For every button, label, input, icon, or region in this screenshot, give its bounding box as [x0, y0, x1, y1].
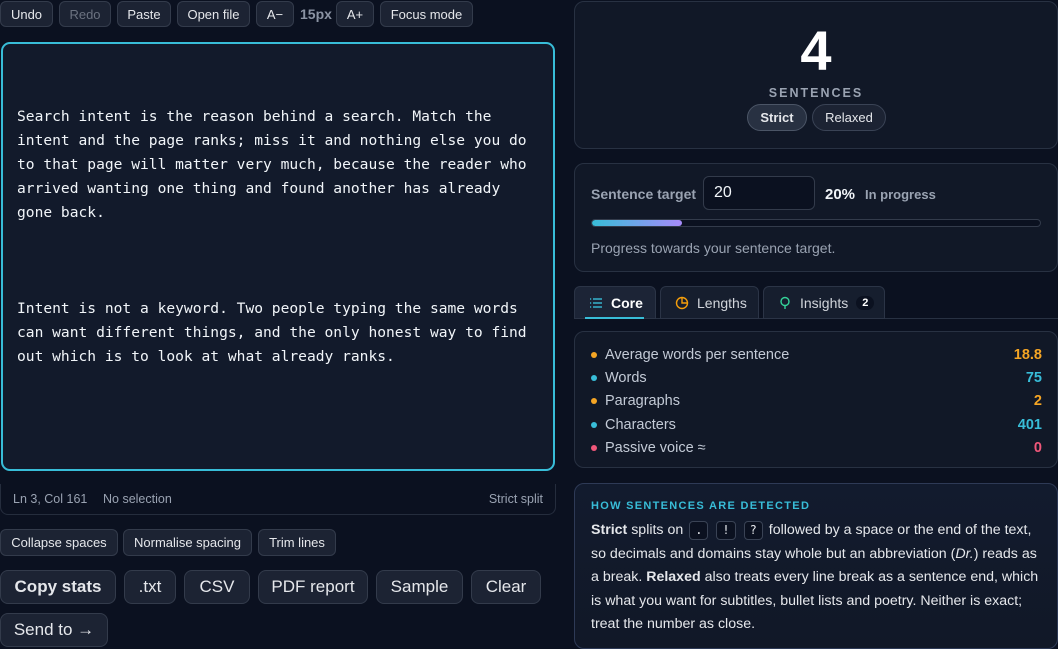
stat-label: Average words per sentence — [605, 347, 790, 363]
editor-status-bar: Ln 3, Col 161 No selection Strict split — [0, 484, 556, 515]
stat-dot — [591, 352, 597, 358]
tab-lengths[interactable]: Lengths — [660, 286, 759, 319]
sentence-target-label: Sentence target — [591, 186, 697, 202]
active-tab-indicator — [585, 317, 644, 319]
mode-relaxed-button[interactable]: Relaxed — [812, 104, 886, 131]
detection-info-card: HOW SENTENCES ARE DETECTED Strict splits… — [574, 483, 1058, 649]
font-size-readout: 15px — [300, 6, 332, 22]
lightbulb-icon — [778, 296, 792, 310]
stat-dot — [591, 398, 597, 404]
stat-dot — [591, 422, 597, 428]
stat-dot — [591, 375, 597, 381]
info-title: HOW SENTENCES ARE DETECTED — [591, 500, 811, 512]
stat-characters: Characters 401 — [591, 416, 1042, 436]
clear-button[interactable]: Clear — [471, 570, 541, 604]
sentence-count-card: 4 SENTENCES Strict Relaxed — [574, 1, 1058, 149]
selection-status: No selection — [103, 492, 172, 506]
stat-label: Passive voice ≈ — [605, 440, 706, 456]
stat-passive-voice: Passive voice ≈ 0 — [591, 439, 1042, 459]
core-stats-card: Average words per sentence 18.8 Words 75… — [574, 331, 1058, 468]
open-file-button[interactable]: Open file — [177, 1, 250, 27]
stat-dot — [591, 445, 597, 451]
target-progress-fill — [592, 220, 682, 226]
stat-value: 75 — [1025, 370, 1042, 386]
tab-lengths-label: Lengths — [697, 294, 747, 311]
stat-paragraphs: Paragraphs 2 — [591, 392, 1042, 412]
stat-value: 18.8 — [1013, 347, 1042, 363]
export-csv-button[interactable]: CSV — [184, 570, 250, 604]
target-hint: Progress towards your sentence target. — [591, 240, 836, 256]
tab-insights[interactable]: Insights 2 — [763, 286, 885, 319]
text-editor[interactable]: Search intent is the reason behind a sea… — [1, 42, 555, 471]
font-increase-button[interactable]: A+ — [336, 1, 374, 27]
export-txt-button[interactable]: .txt — [124, 570, 176, 604]
sentence-target-input[interactable] — [703, 176, 815, 210]
stat-value: 401 — [1017, 417, 1042, 433]
copy-stats-button[interactable]: Copy stats — [0, 570, 116, 604]
paste-button[interactable]: Paste — [117, 1, 171, 27]
tab-insights-label: Insights — [800, 294, 849, 311]
question-key: ? — [743, 521, 763, 540]
trim-lines-button[interactable]: Trim lines — [258, 529, 336, 556]
redo-button[interactable]: Redo — [59, 1, 111, 27]
tab-core-label: Core — [611, 294, 643, 311]
mode-strict-button[interactable]: Strict — [747, 104, 807, 131]
tab-core[interactable]: Core — [574, 286, 656, 319]
stat-avg-words-per-sentence: Average words per sentence 18.8 — [591, 346, 1042, 366]
abbreviation-example: Dr. — [955, 545, 974, 562]
stat-label: Words — [605, 370, 647, 386]
collapse-spaces-button[interactable]: Collapse spaces — [0, 529, 118, 556]
exclamation-key: ! — [716, 521, 736, 540]
split-mode-status: Strict split — [488, 492, 543, 506]
list-icon — [589, 296, 603, 310]
target-progress-bar — [591, 219, 1041, 227]
stat-value: 0 — [1033, 440, 1042, 456]
undo-button[interactable]: Undo — [0, 1, 53, 27]
stat-label: Characters — [605, 417, 676, 433]
target-status: In progress — [865, 187, 936, 202]
period-key: . — [689, 521, 709, 540]
relaxed-term: Relaxed — [646, 569, 701, 585]
font-decrease-button[interactable]: A− — [256, 1, 294, 27]
editor-paragraph: Search intent is the reason behind a sea… — [17, 108, 536, 221]
cursor-position: Ln 3, Col 161 — [13, 492, 88, 506]
sample-button[interactable]: Sample — [376, 570, 463, 604]
sentence-count: 4 — [800, 19, 832, 82]
insights-count-badge: 2 — [856, 295, 875, 310]
sentence-count-label: SENTENCES — [768, 86, 864, 100]
pdf-report-button[interactable]: PDF report — [258, 570, 368, 604]
editor-paragraph: Intent is not a keyword. Two people typi… — [17, 300, 536, 365]
stat-label: Paragraphs — [605, 393, 680, 409]
send-to-button[interactable]: Send to → — [0, 613, 108, 647]
sentence-target-card: Sentence target 20% In progress Progress… — [574, 163, 1058, 272]
strict-term: Strict — [591, 522, 628, 538]
pie-chart-icon — [675, 296, 689, 310]
normalise-spacing-button[interactable]: Normalise spacing — [123, 529, 252, 556]
info-text: splits on — [627, 522, 688, 538]
stat-value: 2 — [1033, 393, 1042, 409]
stat-words: Words 75 — [591, 369, 1042, 389]
focus-mode-button[interactable]: Focus mode — [380, 1, 473, 27]
target-percent: 20% — [825, 186, 856, 203]
info-body: Strict splits on . ! ? followed by a spa… — [591, 519, 1043, 637]
